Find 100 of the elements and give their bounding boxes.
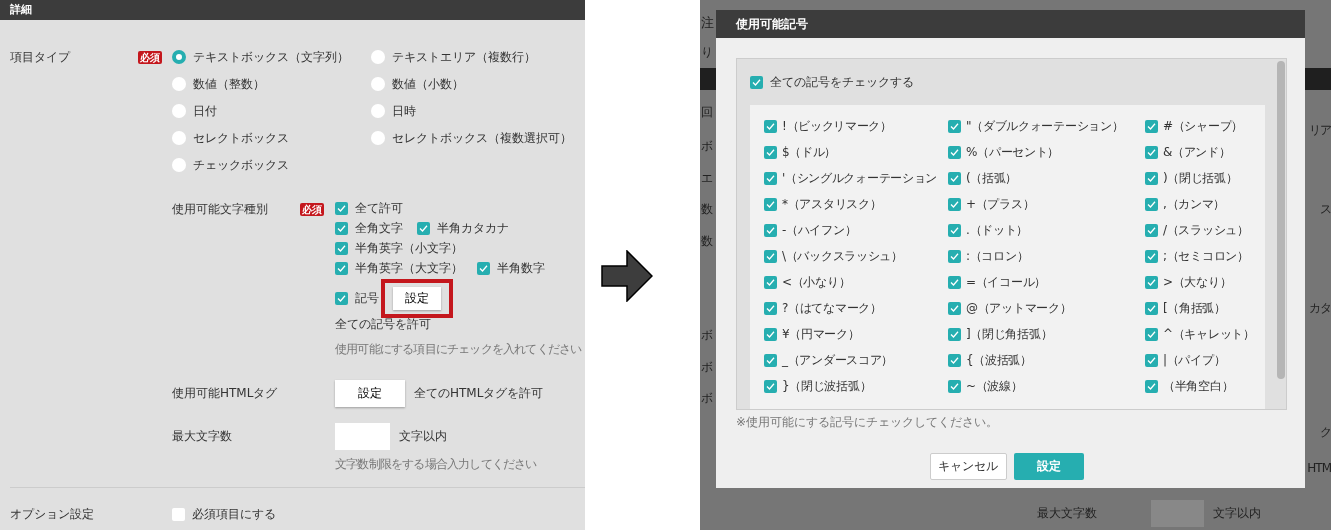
right-arrow-icon	[600, 250, 653, 302]
page-text: 回	[701, 104, 713, 121]
checkbox-label: 半角英字（小文字）	[355, 240, 463, 257]
checkbox[interactable]	[764, 379, 777, 393]
radio-label: チェックボックス	[193, 156, 289, 174]
checkbox[interactable]	[750, 75, 763, 89]
dialog-title: 使用可能記号	[716, 10, 1305, 38]
checkbox-label: 全て許可	[355, 200, 403, 217]
page-text: ボ	[701, 327, 713, 344]
hint-text: 文字数制限をする場合入力してください	[335, 456, 537, 473]
checkbox[interactable]	[948, 327, 961, 341]
checkbox-label: {（波括弧）	[966, 351, 1032, 369]
page-text: 数	[701, 201, 713, 218]
field-label: 最大文字数	[1037, 505, 1097, 522]
checkbox[interactable]	[1145, 197, 1158, 211]
checkbox[interactable]	[335, 262, 348, 275]
checkbox[interactable]	[948, 301, 961, 315]
checkbox-label: +（プラス）	[966, 195, 1035, 213]
checkbox[interactable]	[764, 353, 777, 367]
checkbox[interactable]	[948, 223, 961, 237]
checkbox-label: (（括弧）	[966, 169, 1018, 187]
checkbox-label: 記号	[355, 289, 379, 307]
checkbox-label: 半角カタカナ	[437, 220, 509, 237]
radio-button[interactable]	[172, 50, 186, 64]
checkbox[interactable]	[1145, 249, 1158, 263]
settings-button[interactable]: 設定	[335, 380, 405, 407]
checkbox[interactable]	[948, 249, 961, 263]
checkbox-label: )（閉じ括弧）	[1163, 169, 1238, 187]
radio-label: セレクトボックス（複数選択可）	[392, 129, 572, 147]
checkbox[interactable]	[948, 171, 961, 185]
checkbox[interactable]	[1145, 327, 1158, 341]
checkbox[interactable]	[948, 145, 961, 159]
settings-button[interactable]: 設定	[393, 286, 441, 310]
page-text: リア	[1309, 122, 1331, 139]
checkbox[interactable]	[1145, 379, 1158, 393]
checkbox[interactable]	[948, 197, 961, 211]
checkbox[interactable]	[335, 242, 348, 255]
checkbox-label: ;（セミコロン）	[1163, 247, 1249, 265]
checkbox[interactable]	[948, 275, 961, 289]
page-text: カタ	[1309, 300, 1331, 317]
checkbox[interactable]	[335, 291, 348, 305]
radio-button[interactable]	[371, 104, 385, 118]
checkbox-label: ,（カンマ）	[1163, 195, 1225, 213]
checkbox[interactable]	[764, 301, 777, 315]
checkbox-label: @（アットマーク）	[966, 299, 1072, 317]
checkbox-label: _（アンダースコア）	[782, 351, 893, 369]
checkbox[interactable]	[764, 171, 777, 185]
status-text: 全てのHTMLタグを許可	[414, 385, 544, 402]
radio-button[interactable]	[172, 158, 186, 172]
checkbox[interactable]	[764, 249, 777, 263]
checkbox-label: '（シングルクォーテーション	[782, 169, 938, 187]
checkbox-label: -（ハイフン）	[782, 221, 857, 239]
checkbox-label: *（アスタリスク）	[782, 195, 882, 213]
page-text: 数	[701, 233, 713, 250]
unit-text: 文字以内	[399, 428, 447, 445]
page-text: ス	[1320, 201, 1331, 218]
checkbox[interactable]	[1145, 353, 1158, 367]
page-text: ボ	[701, 359, 713, 376]
radio-label: セレクトボックス	[193, 129, 289, 147]
checkbox[interactable]	[764, 119, 777, 133]
checkbox[interactable]	[477, 262, 490, 275]
checkbox-label: #（シャープ）	[1163, 117, 1243, 135]
checkbox[interactable]	[1145, 145, 1158, 159]
number-field[interactable]	[335, 423, 390, 450]
radio-button[interactable]	[172, 131, 186, 145]
field-label: 項目タイプ	[10, 50, 72, 64]
page-text: り	[701, 44, 713, 61]
checkbox[interactable]	[335, 202, 348, 215]
checkbox[interactable]	[948, 353, 961, 367]
checkbox[interactable]	[764, 145, 777, 159]
checkbox[interactable]	[764, 197, 777, 211]
checkbox[interactable]	[1145, 275, 1158, 289]
checkbox[interactable]	[764, 327, 777, 341]
checkbox-label: :（コロン）	[966, 247, 1029, 265]
page-text: ク	[1320, 424, 1331, 441]
radio-button[interactable]	[172, 77, 186, 91]
radio-button[interactable]	[371, 77, 385, 91]
checkbox[interactable]	[335, 222, 348, 235]
page-text: ボ	[701, 390, 713, 407]
checkbox[interactable]	[1145, 171, 1158, 185]
checkbox[interactable]	[948, 379, 961, 393]
checkbox[interactable]	[172, 508, 185, 521]
required-badge: 必須	[138, 51, 162, 64]
checkbox[interactable]	[948, 119, 961, 133]
checkbox[interactable]	[1145, 223, 1158, 237]
hint-text: 使用可能にする項目にチェックを入れてください	[335, 341, 582, 358]
radio-label: 数値（整数）	[193, 75, 265, 93]
checkbox[interactable]	[417, 222, 430, 235]
cancel-button[interactable]: キャンセル	[929, 453, 1007, 480]
checkbox-label: ^（キャレット）	[1163, 325, 1255, 343]
status-text: 全ての記号を許可	[335, 316, 432, 333]
radio-button[interactable]	[371, 50, 385, 64]
radio-button[interactable]	[172, 104, 186, 118]
radio-button[interactable]	[371, 131, 385, 145]
checkbox-label: |（パイプ）	[1163, 351, 1226, 369]
checkbox-label: \（バックスラッシュ）	[782, 247, 903, 265]
checkbox[interactable]	[1145, 301, 1158, 315]
checkbox[interactable]	[1145, 119, 1158, 133]
checkbox[interactable]	[764, 275, 777, 289]
checkbox[interactable]	[764, 223, 777, 237]
